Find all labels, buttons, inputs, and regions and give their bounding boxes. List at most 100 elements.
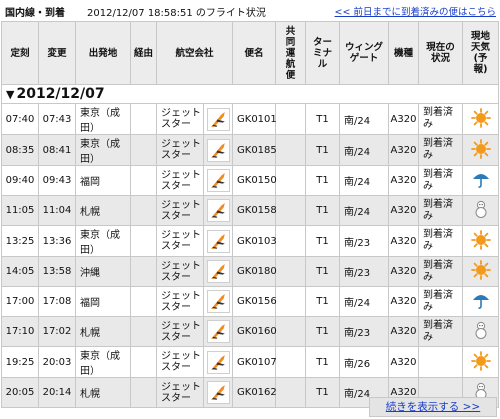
show-more-link[interactable]: 続きを表示する >> — [369, 397, 497, 417]
arrival-status: 到着済み — [418, 134, 464, 166]
via — [130, 286, 157, 317]
terminal: T1 — [305, 346, 341, 378]
scheduled-time: 20:05 — [1, 377, 39, 408]
arrival-status: 到着済み — [418, 225, 464, 257]
gate: 南/24 — [339, 165, 390, 196]
flight-row: 17:10 17:02 札幌 ジェットスター GK0160 T1 南/23 A320 到着済み — [1, 316, 500, 347]
changed-time: 11:04 — [38, 195, 76, 226]
col-codeshare: 共同運航便 — [275, 21, 307, 85]
via — [130, 165, 157, 196]
changed-time: 13:58 — [38, 256, 76, 287]
sunny-icon — [470, 350, 491, 371]
previous-day-link[interactable]: << 前日までに到着済みの便はこちら — [335, 4, 496, 18]
changed-time: 20:03 — [38, 346, 76, 378]
scheduled-time: 19:25 — [1, 346, 39, 378]
gate: 南/24 — [339, 286, 390, 317]
aircraft-type: A320 — [388, 316, 420, 347]
changed-time: 17:08 — [38, 286, 76, 317]
scheduled-time: 07:40 — [1, 103, 39, 135]
airline-name: ジェットスター — [156, 134, 204, 166]
sunny-icon — [470, 138, 491, 159]
origin: 東京（成田） — [75, 225, 131, 257]
jetstar-logo-icon — [206, 107, 230, 131]
collapse-triangle-icon[interactable]: ▼ — [6, 88, 14, 101]
flight-number: GK0103 — [232, 225, 277, 257]
arrivals-table: 定刻 変更 出発地 経由 航空会社 便名 共同運航便 ターミナル ウィングゲート… — [0, 21, 500, 408]
jetstar-logo-icon — [206, 229, 230, 253]
flight-number: GK0158 — [232, 195, 277, 226]
flight-number: GK0160 — [232, 316, 277, 347]
terminal: T1 — [305, 134, 341, 166]
terminal: T1 — [305, 316, 341, 347]
col-status: 現在の状況 — [418, 21, 464, 85]
airline-logo-cell — [202, 286, 234, 317]
changed-time: 20:14 — [38, 377, 76, 408]
airline-logo-cell — [202, 103, 234, 135]
airline-name: ジェットスター — [156, 286, 204, 317]
umbrella-icon — [471, 173, 490, 188]
flight-number: GK0162 — [232, 377, 277, 408]
origin: 福岡 — [75, 286, 131, 317]
flight-number: GK0150 — [232, 165, 277, 196]
origin: 福岡 — [75, 165, 131, 196]
weather-cell — [462, 165, 500, 196]
col-changed: 変更 — [38, 21, 76, 85]
gate: 南/26 — [339, 346, 390, 378]
airline-name: ジェットスター — [156, 225, 204, 257]
aircraft-type: A320 — [388, 286, 420, 317]
arrival-status: 到着済み — [418, 256, 464, 287]
flight-row: 11:05 11:04 札幌 ジェットスター GK0158 T1 南/24 A320 到着済み — [1, 195, 500, 226]
changed-time: 07:43 — [38, 103, 76, 135]
via — [130, 195, 157, 226]
sunny-icon — [470, 107, 491, 128]
via — [130, 316, 157, 347]
col-via: 経由 — [130, 21, 157, 85]
origin: 札幌 — [75, 316, 131, 347]
flight-row: 13:25 13:36 東京（成田） ジェットスター GK0103 T1 南/23 A320 到… — [1, 225, 500, 257]
scheduled-time: 17:10 — [1, 316, 39, 347]
codeshare — [275, 346, 307, 378]
changed-time: 09:43 — [38, 165, 76, 196]
airline-logo-cell — [202, 256, 234, 287]
col-flight: 便名 — [232, 21, 277, 85]
airline-name: ジェットスター — [156, 165, 204, 196]
terminal: T1 — [305, 195, 341, 226]
codeshare — [275, 256, 307, 287]
aircraft-type: A320 — [388, 103, 420, 135]
col-scheduled: 定刻 — [1, 21, 39, 85]
terminal: T1 — [305, 256, 341, 287]
changed-time: 17:02 — [38, 316, 76, 347]
flight-number: GK0107 — [232, 346, 277, 378]
arrival-status: 到着済み — [418, 195, 464, 226]
arrival-status — [418, 346, 464, 378]
airline-logo-cell — [202, 134, 234, 166]
col-airline: 航空会社 — [155, 21, 234, 85]
arrival-status: 到着済み — [418, 103, 464, 135]
origin: 札幌 — [75, 377, 131, 408]
scheduled-time: 09:40 — [1, 165, 39, 196]
flight-row: 09:40 09:43 福岡 ジェットスター GK0150 T1 南/24 A320 到着済み — [1, 165, 500, 196]
terminal: T1 — [305, 377, 341, 408]
jetstar-logo-icon — [206, 290, 230, 313]
scheduled-time: 13:25 — [1, 225, 39, 257]
airline-name: ジェットスター — [156, 346, 204, 378]
jetstar-logo-icon — [206, 199, 230, 222]
gate: 南/24 — [339, 195, 390, 226]
date-label: 2012/12/07 — [16, 86, 105, 102]
sunny-icon — [470, 229, 491, 250]
section-title: 国内線・到着 — [5, 8, 65, 19]
flight-row: 14:05 13:58 沖縄 ジェットスター GK0180 T1 南/23 A320 到着済み — [1, 256, 500, 287]
aircraft-type: A320 — [388, 225, 420, 257]
airline-name: ジェットスター — [156, 103, 204, 135]
arrival-status: 到着済み — [418, 165, 464, 196]
scheduled-time: 08:35 — [1, 134, 39, 166]
gate: 南/23 — [339, 225, 390, 257]
airline-name: ジェットスター — [156, 316, 204, 347]
aircraft-type: A320 — [388, 256, 420, 287]
codeshare — [275, 195, 307, 226]
airline-name: ジェットスター — [156, 256, 204, 287]
via — [130, 256, 157, 287]
weather-cell — [462, 195, 500, 226]
arrival-status: 到着済み — [418, 286, 464, 317]
top-bar: 国内線・到着 2012/12/07 18:58:51 のフライト状況 << 前日… — [0, 0, 500, 20]
